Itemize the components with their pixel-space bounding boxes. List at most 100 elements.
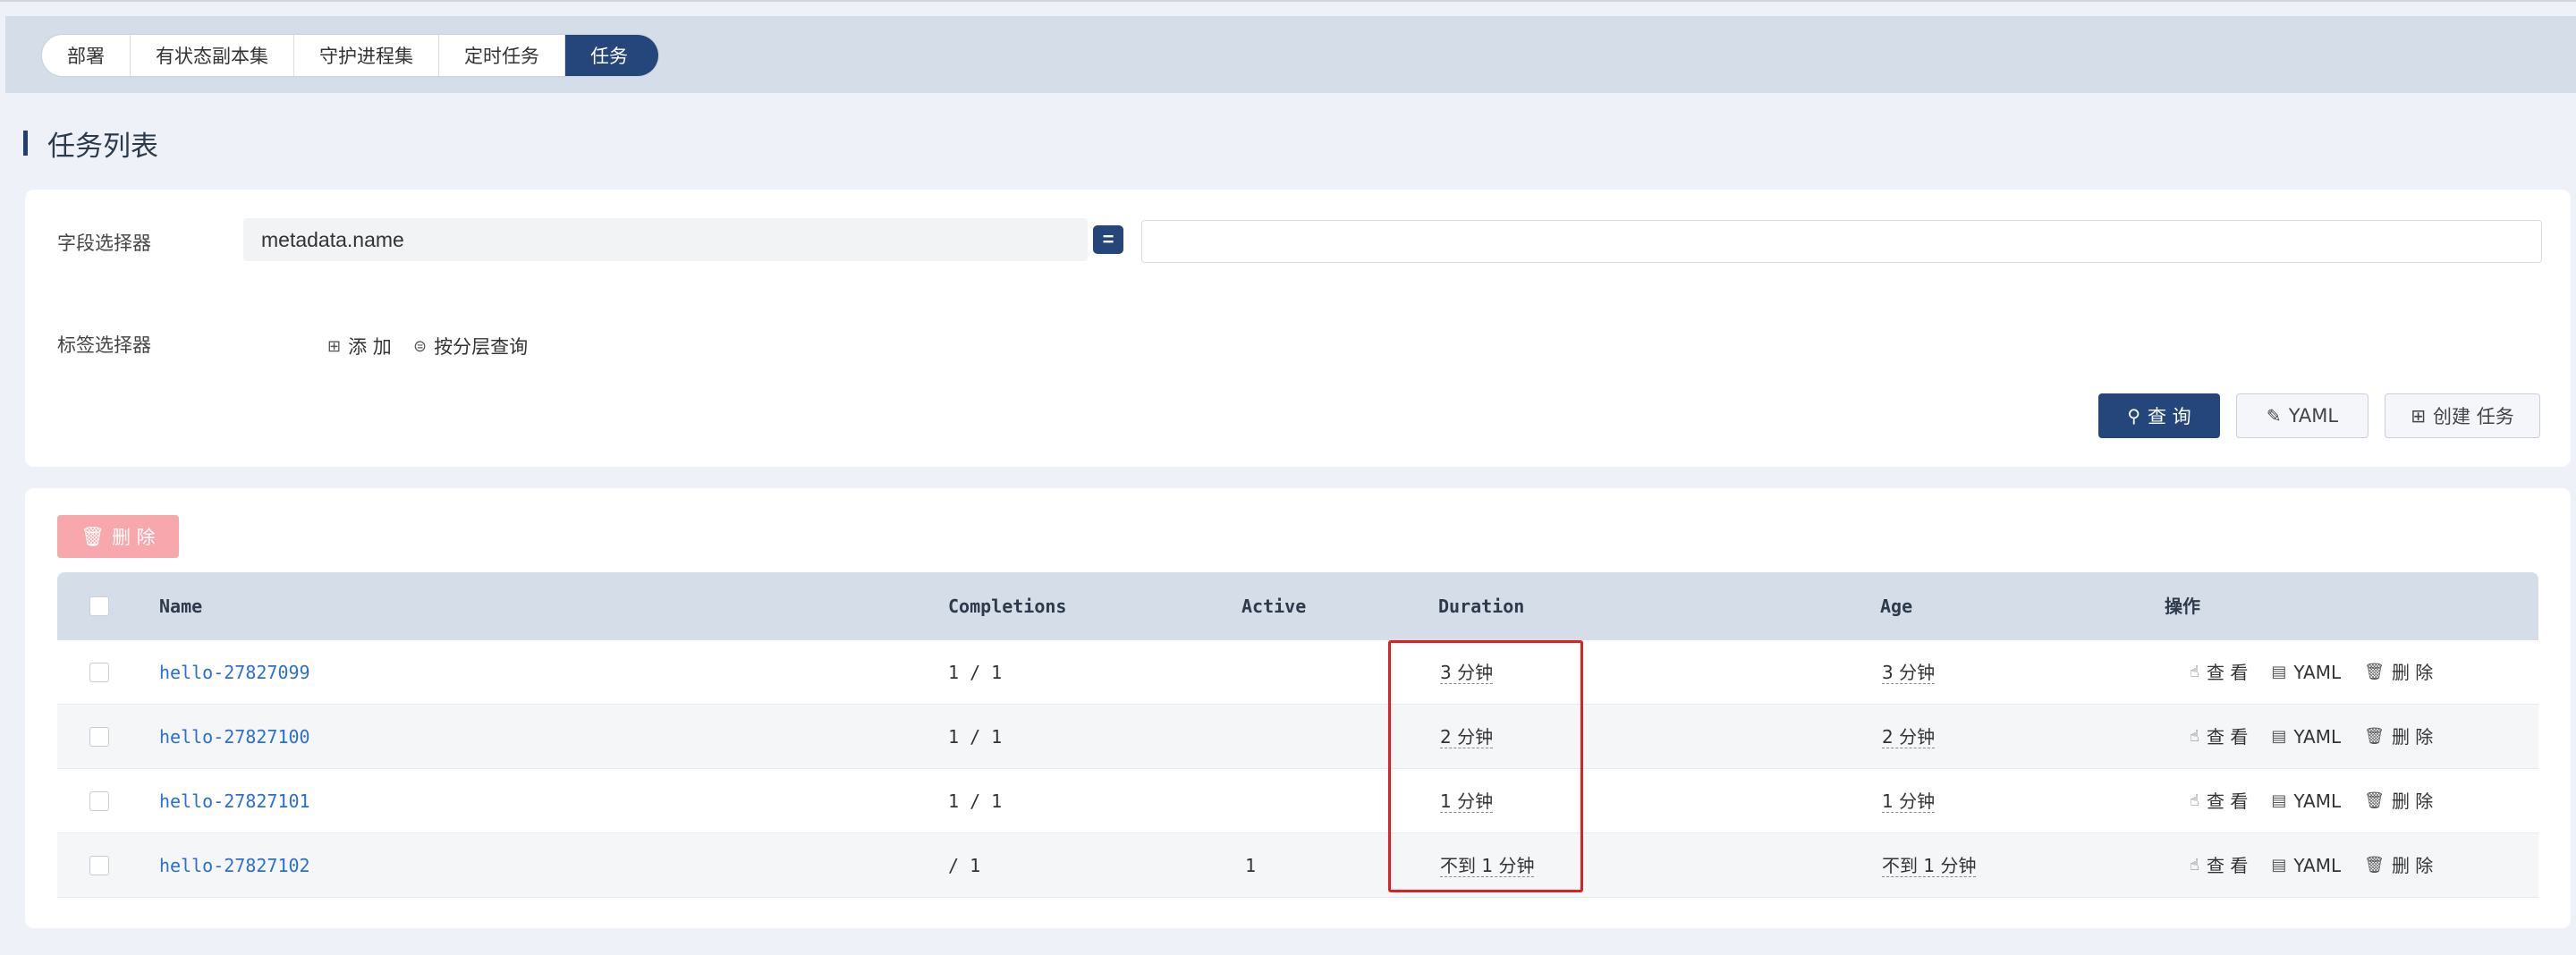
document-icon: ▤ (2271, 727, 2287, 746)
job-table: Name Completions Active Duration Age 操作 … (57, 572, 2538, 898)
add-label-text: 添 加 (348, 336, 392, 358)
header-duration[interactable]: Duration (1438, 572, 1524, 640)
filter-panel: 字段选择器 metadata.name = 标签选择器 ⊞ 添 加 ⊜ 按分层查… (25, 190, 2571, 467)
field-selector-select[interactable]: metadata.name (243, 218, 1088, 261)
tab-daemonsets[interactable]: 守护进程集 (294, 35, 439, 76)
view-action-label: 查 看 (2206, 662, 2249, 683)
duration-cell: 不到 1 分钟 (1440, 833, 1535, 898)
age-value: 3 分钟 (1882, 662, 1936, 684)
delete-action-label: 删 除 (2391, 855, 2434, 876)
delete-action[interactable]: 🗑 删 除 (2364, 833, 2433, 898)
row-actions: ☝ 查 看 ▤ YAML 🗑 删 除 (2190, 833, 2433, 898)
row-checkbox[interactable] (89, 727, 109, 747)
table-row: hello-27827099 1 / 1 3 分钟 3 分钟 ☝ 查 看 ▤ YAM… (57, 640, 2538, 705)
view-action[interactable]: ☝ 查 看 (2190, 769, 2248, 833)
tab-deployments[interactable]: 部署 (42, 35, 131, 76)
view-action[interactable]: ☝ 查 看 (2190, 705, 2248, 769)
header-age[interactable]: Age (1880, 572, 1912, 640)
bulk-delete-button[interactable]: 🗑 删 除 (57, 515, 179, 558)
delete-action[interactable]: 🗑 删 除 (2364, 769, 2433, 833)
page-title-text: 任务列表 (47, 130, 158, 163)
field-selector-value-input[interactable] (1141, 220, 2542, 263)
create-job-button[interactable]: ⊞ 创建 任务 (2385, 393, 2540, 438)
trash-icon: 🗑 (2364, 856, 2385, 875)
layered-query-button[interactable]: ⊜ 按分层查询 (413, 333, 528, 359)
yaml-action[interactable]: ▤ YAML (2271, 640, 2341, 705)
table-header: Name Completions Active Duration Age 操作 (57, 572, 2538, 640)
row-checkbox[interactable] (89, 856, 109, 875)
view-action[interactable]: ☝ 查 看 (2190, 833, 2248, 898)
age-cell: 1 分钟 (1882, 769, 1936, 833)
table-row: hello-27827100 1 / 1 2 分钟 2 分钟 ☝ 查 看 ▤ YAM… (57, 705, 2538, 769)
yaml-action[interactable]: ▤ YAML (2271, 705, 2341, 769)
view-action-label: 查 看 (2206, 790, 2249, 812)
age-value: 不到 1 分钟 (1882, 855, 1977, 877)
job-name-link[interactable]: hello-27827101 (159, 769, 310, 833)
yaml-button[interactable]: ✎ YAML (2236, 393, 2368, 438)
file-add-icon: ⊞ (2411, 405, 2427, 427)
operator-badge[interactable]: = (1093, 225, 1123, 254)
age-cell: 3 分钟 (1882, 640, 1936, 705)
age-cell: 2 分钟 (1882, 705, 1936, 769)
view-action-label: 查 看 (2206, 855, 2249, 876)
header-actions: 操作 (2165, 596, 2200, 617)
row-checkbox[interactable] (89, 663, 109, 682)
job-name-link[interactable]: hello-27827099 (159, 640, 310, 705)
table-row: hello-27827102 / 1 1 不到 1 分钟 不到 1 分钟 ☝ 查 … (57, 833, 2538, 898)
header-name[interactable]: Name (159, 572, 202, 640)
job-name-link[interactable]: hello-27827102 (159, 833, 310, 898)
job-name-link[interactable]: hello-27827100 (159, 705, 310, 769)
header-completions[interactable]: Completions (948, 572, 1066, 640)
pointer-icon: ☝ (2190, 727, 2199, 746)
row-checkbox[interactable] (89, 791, 109, 811)
duration-value: 2 分钟 (1440, 726, 1494, 748)
age-cell: 不到 1 分钟 (1882, 833, 1977, 898)
query-button-label: 查 询 (2147, 406, 2191, 427)
delete-action[interactable]: 🗑 删 除 (2364, 640, 2433, 705)
age-value: 2 分钟 (1882, 726, 1936, 748)
job-table-panel: 🗑 删 除 Name Completions Active Duration A… (25, 488, 2571, 928)
completions-cell: 1 / 1 (948, 790, 1003, 812)
row-actions: ☝ 查 看 ▤ YAML 🗑 删 除 (2190, 640, 2433, 705)
trash-icon: 🗑 (2364, 663, 2385, 681)
yaml-action-label: YAML (2293, 790, 2342, 812)
duration-value: 不到 1 分钟 (1440, 855, 1535, 877)
edit-icon: ✎ (2266, 405, 2282, 427)
row-actions: ☝ 查 看 ▤ YAML 🗑 删 除 (2190, 705, 2433, 769)
active-cell: 1 (1245, 855, 1257, 876)
bulk-delete-label: 删 除 (111, 527, 156, 548)
table-row: hello-27827101 1 / 1 1 分钟 1 分钟 ☝ 查 看 ▤ YAM… (57, 769, 2538, 833)
view-action-label: 查 看 (2206, 726, 2249, 748)
query-button[interactable]: ⚲ 查 询 (2098, 393, 2220, 438)
document-icon: ▤ (2271, 663, 2287, 681)
top-divider (0, 0, 2576, 2)
document-icon: ▤ (2271, 856, 2287, 875)
document-icon: ▤ (2271, 791, 2287, 810)
tab-jobs[interactable]: 任务 (565, 35, 658, 76)
tab-statefulsets[interactable]: 有状态副本集 (131, 35, 294, 76)
header-active[interactable]: Active (1241, 572, 1306, 640)
age-value: 1 分钟 (1882, 790, 1936, 813)
completions-cell: 1 / 1 (948, 662, 1003, 683)
yaml-action[interactable]: ▤ YAML (2271, 833, 2341, 898)
row-actions: ☝ 查 看 ▤ YAML 🗑 删 除 (2190, 769, 2433, 833)
completions-cell: / 1 (948, 855, 981, 876)
delete-action[interactable]: 🗑 删 除 (2364, 705, 2433, 769)
trash-icon: 🗑 (2364, 727, 2385, 746)
select-all-checkbox[interactable] (89, 596, 109, 616)
view-action[interactable]: ☝ 查 看 (2190, 640, 2248, 705)
add-file-icon: ⊞ (327, 336, 342, 356)
delete-action-label: 删 除 (2391, 662, 2434, 683)
trash-icon: 🗑 (2364, 791, 2385, 810)
pointer-icon: ☝ (2190, 791, 2199, 810)
duration-value: 3 分钟 (1440, 662, 1494, 684)
field-selector-label: 字段选择器 (57, 232, 151, 254)
tab-cronjobs[interactable]: 定时任务 (439, 35, 565, 76)
delete-action-label: 删 除 (2391, 790, 2434, 812)
add-label-button[interactable]: ⊞ 添 加 (327, 333, 392, 359)
layered-query-text: 按分层查询 (434, 336, 529, 358)
duration-cell: 2 分钟 (1440, 705, 1494, 769)
duration-value: 1 分钟 (1440, 790, 1494, 813)
yaml-action[interactable]: ▤ YAML (2271, 769, 2341, 833)
search-icon: ⚲ (2127, 405, 2140, 427)
